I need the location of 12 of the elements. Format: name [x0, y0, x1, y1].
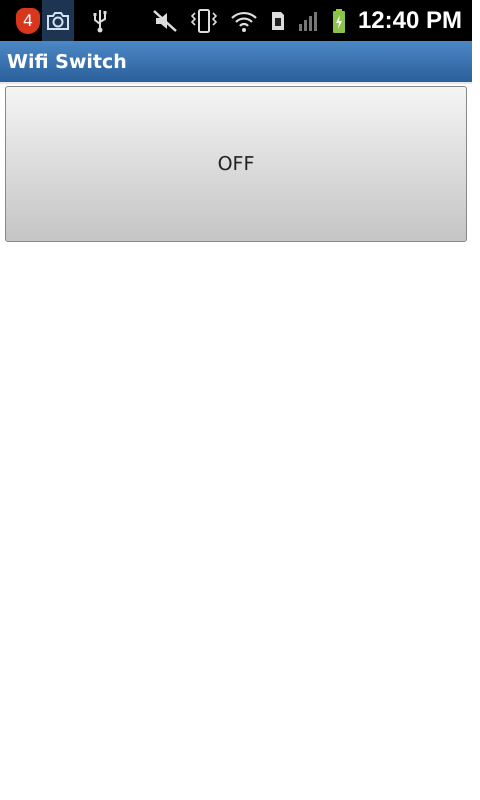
camera-icon	[46, 10, 70, 32]
camera-notification[interactable]	[42, 0, 74, 41]
signal-icon	[298, 10, 320, 32]
usb-icon	[92, 8, 108, 34]
sim-card-icon	[270, 10, 286, 32]
vibrate-icon	[190, 8, 218, 34]
battery-charging-icon	[332, 8, 346, 34]
notification-badge: 4	[16, 8, 40, 34]
mute-icon	[152, 8, 178, 32]
toggle-button[interactable]: OFF	[5, 86, 467, 242]
clock: 12:40 PM	[358, 6, 462, 34]
window-title: Wifi Switch	[7, 50, 127, 72]
